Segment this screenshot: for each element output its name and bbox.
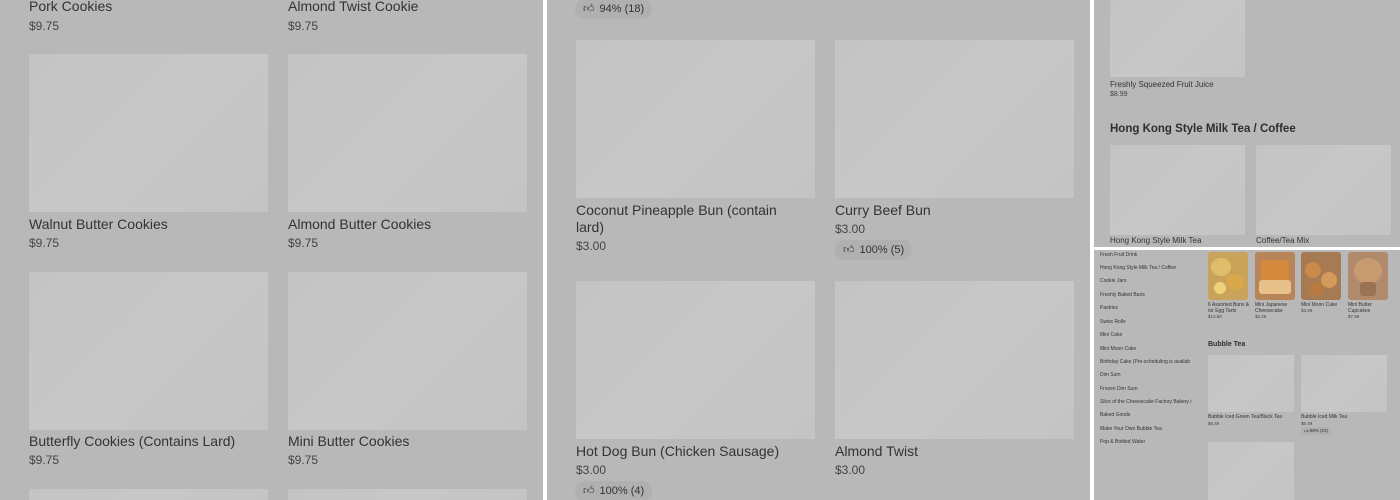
nav-item[interactable]: Freshly Baked Buns	[1100, 292, 1195, 298]
item-price: $6.49	[1301, 421, 1313, 426]
item-price: $3.00	[576, 239, 607, 253]
item-price: $9.75	[29, 236, 60, 250]
nav-item[interactable]: Mini Cake	[1100, 332, 1195, 338]
nav-item[interactable]: Frozen Dim Sum	[1100, 386, 1195, 392]
item-image-placeholder[interactable]	[1256, 145, 1391, 235]
item-name[interactable]: Curry Beef Bun	[835, 202, 931, 219]
item-price: $9.75	[29, 19, 60, 33]
buns-egg-tarts-photo[interactable]	[1208, 252, 1248, 300]
item-name[interactable]: Bubble Iced Green Tea/Black Tea	[1208, 414, 1282, 420]
moon-cake-photo[interactable]	[1301, 252, 1341, 300]
item-price: $9.75	[288, 19, 319, 33]
item-image-placeholder[interactable]	[835, 40, 1074, 198]
item-image-placeholder[interactable]	[29, 54, 268, 212]
item-name[interactable]: Almond Twist	[835, 443, 918, 460]
thumbs-up-icon: 👍︎	[583, 485, 595, 497]
item-image-placeholder[interactable]	[288, 272, 527, 430]
item-price: $3.00	[576, 463, 607, 477]
item-price: $3.00	[835, 222, 866, 236]
rating-badge: 👍︎ 94% (18)	[575, 0, 653, 19]
rating-value: 94% (18)	[599, 3, 645, 15]
nav-item[interactable]: Pop & Bottled Water	[1100, 439, 1195, 445]
section-title: Hong Kong Style Milk Tea / Coffee	[1110, 123, 1296, 135]
nav-item[interactable]: Swiss Rolls	[1100, 319, 1195, 325]
item-image-placeholder[interactable]	[835, 281, 1074, 439]
item-image-placeholder[interactable]	[1110, 0, 1245, 77]
rating-value: 100% (4)	[599, 485, 645, 497]
rating-badge: 👍︎ 100% (4)	[575, 481, 653, 500]
item-name[interactable]: Almond Butter Cookies	[288, 216, 431, 233]
item-name[interactable]: Mini Japanese Cheesecake	[1255, 302, 1297, 314]
item-image-placeholder[interactable]	[1208, 355, 1294, 412]
item-name[interactable]: Coconut Pineapple Bun (contain lard)	[576, 202, 806, 236]
item-name[interactable]: Butterfly Cookies (Contains Lard)	[29, 433, 235, 450]
thumbs-up-icon: 👍︎	[1304, 428, 1309, 433]
cookies-panel: Pork Cookies $9.75 Almond Twist Cookie $…	[0, 0, 543, 500]
nav-item[interactable]: Slice of the Cheesecake Factory Bakery i	[1100, 399, 1195, 405]
item-name[interactable]: Hong Kong Style Milk Tea	[1110, 236, 1201, 245]
item-price: $3.00	[835, 463, 866, 477]
item-image-placeholder[interactable]	[576, 40, 815, 198]
drinks-panel: Freshly Squeezed Fruit Juice $8.99 Hong …	[1094, 0, 1400, 247]
nav-item[interactable]: Pastries	[1100, 305, 1195, 311]
item-name[interactable]: Pork Cookies	[29, 0, 112, 15]
item-name[interactable]: Mini Butter Cupcakes	[1348, 302, 1378, 314]
nav-item[interactable]: Birthday Cake (Pre-scheduling is availab	[1100, 359, 1195, 365]
rating-badge: 👍︎98% (23)	[1301, 427, 1331, 435]
item-price: $9.75	[288, 236, 319, 250]
nav-item[interactable]: Cookie Jars	[1100, 278, 1195, 284]
item-image-placeholder[interactable]	[288, 54, 527, 212]
item-image-placeholder[interactable]	[1208, 442, 1294, 500]
nav-item[interactable]: Fresh Fruit Drink	[1100, 252, 1195, 258]
item-price: $8.99	[1110, 91, 1128, 98]
nav-item[interactable]: Mini Moon Cake	[1100, 346, 1195, 352]
item-name[interactable]: Hot Dog Bun (Chicken Sausage)	[576, 443, 779, 460]
thumbs-up-icon: 👍︎	[843, 244, 855, 256]
cupcakes-photo[interactable]	[1348, 252, 1388, 300]
nav-item[interactable]: Hong Kong Style Milk Tea / Coffee	[1100, 265, 1195, 271]
item-price: $7.99	[1348, 314, 1360, 319]
item-name[interactable]: Mini Butter Cookies	[288, 433, 409, 450]
rating-value: 100% (5)	[859, 244, 905, 256]
rating-badge: 👍︎ 100% (5)	[835, 240, 913, 260]
section-title: Bubble Tea	[1208, 341, 1246, 348]
buns-panel: 👍︎ 94% (18) Coconut Pineapple Bun (contai…	[547, 0, 1090, 500]
item-name[interactable]: Freshly Squeezed Fruit Juice	[1110, 80, 1214, 89]
item-name[interactable]: Walnut Butter Cookies	[29, 216, 168, 233]
thumbs-up-icon: 👍︎	[583, 3, 595, 15]
item-price: $6.49	[1208, 421, 1220, 426]
item-image-placeholder[interactable]	[1110, 145, 1245, 235]
nav-item[interactable]: Baked Goods	[1100, 412, 1195, 418]
item-price: $9.75	[29, 453, 60, 467]
item-price: $13.60	[1208, 314, 1222, 319]
rating-value: 98% (23)	[1309, 428, 1328, 433]
item-name[interactable]: 6 Assorted Buns & /or Egg Tarts	[1208, 302, 1252, 314]
item-image-placeholder[interactable]	[576, 281, 815, 439]
item-name[interactable]: Bubble Iced Milk Tea	[1301, 414, 1347, 420]
item-image-placeholder[interactable]	[29, 272, 268, 430]
cheesecake-photo[interactable]	[1255, 252, 1295, 300]
item-image-placeholder[interactable]	[1301, 355, 1387, 412]
item-image-placeholder[interactable]	[29, 489, 268, 500]
item-price: $9.75	[288, 453, 319, 467]
item-name[interactable]: Almond Twist Cookie	[288, 0, 418, 15]
item-price: $4.25	[1255, 314, 1267, 319]
nav-item[interactable]: Make Your Own Bubble Tea	[1100, 426, 1195, 432]
nav-item[interactable]: Dim Sum	[1100, 372, 1195, 378]
menu-panel: Fresh Fruit Drink Hong Kong Style Milk T…	[1094, 250, 1400, 500]
item-price: $3.99	[1301, 308, 1313, 313]
item-image-placeholder[interactable]	[288, 489, 527, 500]
item-name[interactable]: Coffee/Tea Mix	[1256, 236, 1309, 245]
